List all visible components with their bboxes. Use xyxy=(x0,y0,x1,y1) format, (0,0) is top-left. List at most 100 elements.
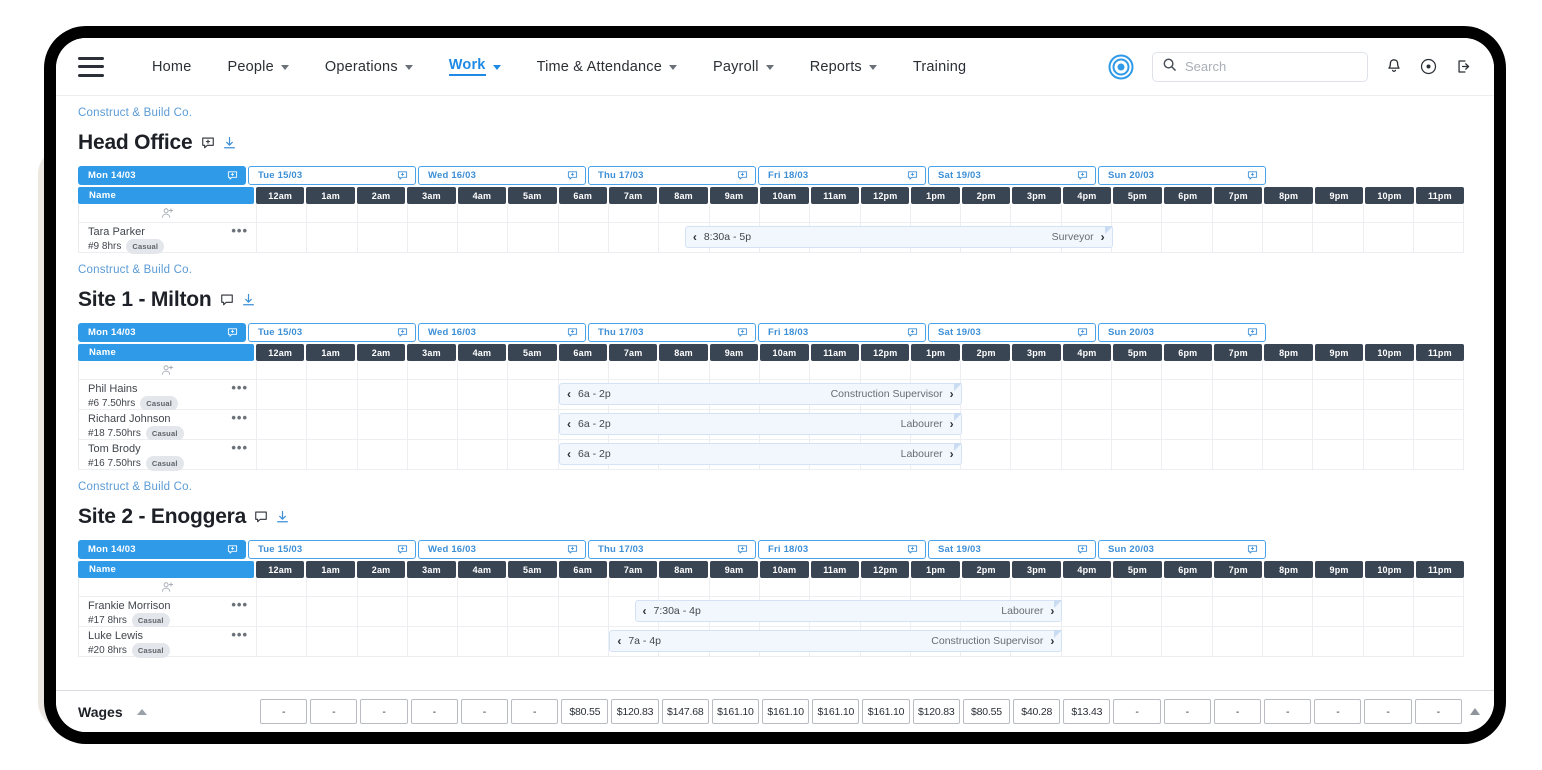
grid-cell[interactable] xyxy=(307,204,358,222)
grid-cell[interactable] xyxy=(659,361,710,379)
nav-item-time-attendance[interactable]: Time & Attendance xyxy=(519,53,695,81)
chevron-left-icon[interactable]: ‹ xyxy=(643,605,647,617)
grid-cell[interactable] xyxy=(861,578,911,596)
grid-cell[interactable] xyxy=(307,597,358,626)
day-note-add-icon[interactable] xyxy=(567,327,578,338)
day-tab[interactable]: Mon 14/03 xyxy=(78,540,246,559)
grid-cell[interactable] xyxy=(1112,578,1163,596)
grid-cell[interactable] xyxy=(1414,627,1465,656)
grid-cell[interactable] xyxy=(1263,204,1314,222)
grid-cell[interactable] xyxy=(1364,204,1414,222)
grid-cell[interactable] xyxy=(257,440,308,469)
grid-cell[interactable] xyxy=(1112,361,1163,379)
grid-cell[interactable] xyxy=(1162,410,1213,439)
grid-cell[interactable] xyxy=(861,361,911,379)
day-note-add-icon[interactable] xyxy=(397,327,408,338)
grid-cell[interactable] xyxy=(307,410,358,439)
grid-cell[interactable] xyxy=(408,410,459,439)
grid-cell[interactable] xyxy=(1062,578,1113,596)
grid-cell[interactable] xyxy=(1011,578,1062,596)
grid-cell[interactable] xyxy=(861,204,911,222)
org-breadcrumb-link[interactable]: Construct & Build Co. xyxy=(78,96,1472,119)
shift-block[interactable]: ‹ 6a - 2p Labourer › xyxy=(559,443,962,465)
grid-cell[interactable] xyxy=(609,361,660,379)
grid-cell[interactable] xyxy=(257,361,308,379)
grid-cell[interactable] xyxy=(1062,380,1113,409)
nav-item-reports[interactable]: Reports xyxy=(792,53,895,81)
row-options-menu-icon[interactable]: ••• xyxy=(231,628,248,641)
search-input[interactable] xyxy=(1185,59,1361,74)
add-person-icon[interactable] xyxy=(161,364,174,377)
grid-cell[interactable] xyxy=(961,361,1012,379)
day-tab[interactable]: Wed 16/03 xyxy=(418,540,586,559)
grid-cell[interactable] xyxy=(408,578,459,596)
day-note-add-icon[interactable] xyxy=(567,544,578,555)
grid-cell[interactable] xyxy=(458,223,509,252)
grid-cell[interactable] xyxy=(1263,361,1314,379)
grid-cell[interactable] xyxy=(1213,440,1263,469)
day-tab[interactable]: Sat 19/03 xyxy=(928,323,1096,342)
grid-cell[interactable] xyxy=(961,204,1012,222)
grid-cell[interactable] xyxy=(1364,597,1414,626)
grid-cell[interactable] xyxy=(1011,410,1062,439)
grid-cell[interactable] xyxy=(1364,380,1414,409)
grid-cell[interactable] xyxy=(911,361,962,379)
grid-cell[interactable] xyxy=(1213,627,1263,656)
chevron-left-icon[interactable]: ‹ xyxy=(617,635,621,647)
shift-block[interactable]: ‹ 7:30a - 4p Labourer › xyxy=(634,600,1063,622)
grid-cell[interactable] xyxy=(1062,440,1113,469)
grid-cell[interactable] xyxy=(1112,380,1163,409)
grid-cell[interactable] xyxy=(508,204,559,222)
day-note-add-icon[interactable] xyxy=(1247,327,1258,338)
grid-cell[interactable] xyxy=(710,204,760,222)
grid-cell[interactable] xyxy=(358,223,408,252)
nav-item-people[interactable]: People xyxy=(209,53,306,81)
add-person-icon[interactable] xyxy=(161,207,174,220)
grid-cell[interactable] xyxy=(1364,410,1414,439)
grid-cell[interactable] xyxy=(458,380,509,409)
row-options-menu-icon[interactable]: ••• xyxy=(231,381,248,394)
grid-cell[interactable] xyxy=(257,597,308,626)
grid-cell[interactable] xyxy=(1364,440,1414,469)
grid-cell[interactable] xyxy=(810,361,861,379)
grid-cell[interactable] xyxy=(257,627,308,656)
grid-cell[interactable] xyxy=(508,597,559,626)
day-note-add-icon[interactable] xyxy=(1077,327,1088,338)
grid-cell[interactable] xyxy=(358,410,408,439)
hamburger-menu-icon[interactable] xyxy=(78,56,104,77)
grid-cell[interactable] xyxy=(1313,410,1364,439)
day-tab[interactable]: Tue 15/03 xyxy=(248,540,416,559)
grid-cell[interactable] xyxy=(1112,410,1163,439)
day-tab[interactable]: Mon 14/03 xyxy=(78,323,246,342)
day-tab[interactable]: Sun 20/03 xyxy=(1098,323,1266,342)
add-person-icon[interactable] xyxy=(161,581,174,594)
search-box[interactable] xyxy=(1152,51,1368,82)
grid-cell[interactable] xyxy=(508,380,559,409)
grid-cell[interactable] xyxy=(659,578,710,596)
logout-icon[interactable] xyxy=(1455,58,1472,75)
help-circle-icon[interactable] xyxy=(1420,58,1437,75)
grid-cell[interactable] xyxy=(1414,361,1465,379)
row-options-menu-icon[interactable]: ••• xyxy=(231,224,248,237)
day-note-add-icon[interactable] xyxy=(737,327,748,338)
grid-cell[interactable] xyxy=(710,578,760,596)
grid-cell[interactable] xyxy=(1414,410,1465,439)
grid-cell[interactable] xyxy=(961,578,1012,596)
grid-cell[interactable] xyxy=(1213,410,1263,439)
day-note-add-icon[interactable] xyxy=(737,170,748,181)
grid-cell[interactable] xyxy=(559,223,610,252)
grid-cell[interactable] xyxy=(508,440,559,469)
day-tab[interactable]: Wed 16/03 xyxy=(418,323,586,342)
day-tab[interactable]: Sun 20/03 xyxy=(1098,540,1266,559)
day-note-add-icon[interactable] xyxy=(227,327,238,338)
grid-cell[interactable] xyxy=(358,204,408,222)
day-tab[interactable]: Thu 17/03 xyxy=(588,540,756,559)
download-icon[interactable] xyxy=(276,510,289,524)
grid-cell[interactable] xyxy=(810,578,861,596)
grid-cell[interactable] xyxy=(1414,578,1465,596)
shift-block[interactable]: ‹ 7a - 4p Construction Supervisor › xyxy=(609,630,1063,652)
grid-cell[interactable] xyxy=(1313,204,1364,222)
grid-cell[interactable] xyxy=(559,204,610,222)
grid-cell[interactable] xyxy=(458,410,509,439)
day-note-add-icon[interactable] xyxy=(907,544,918,555)
